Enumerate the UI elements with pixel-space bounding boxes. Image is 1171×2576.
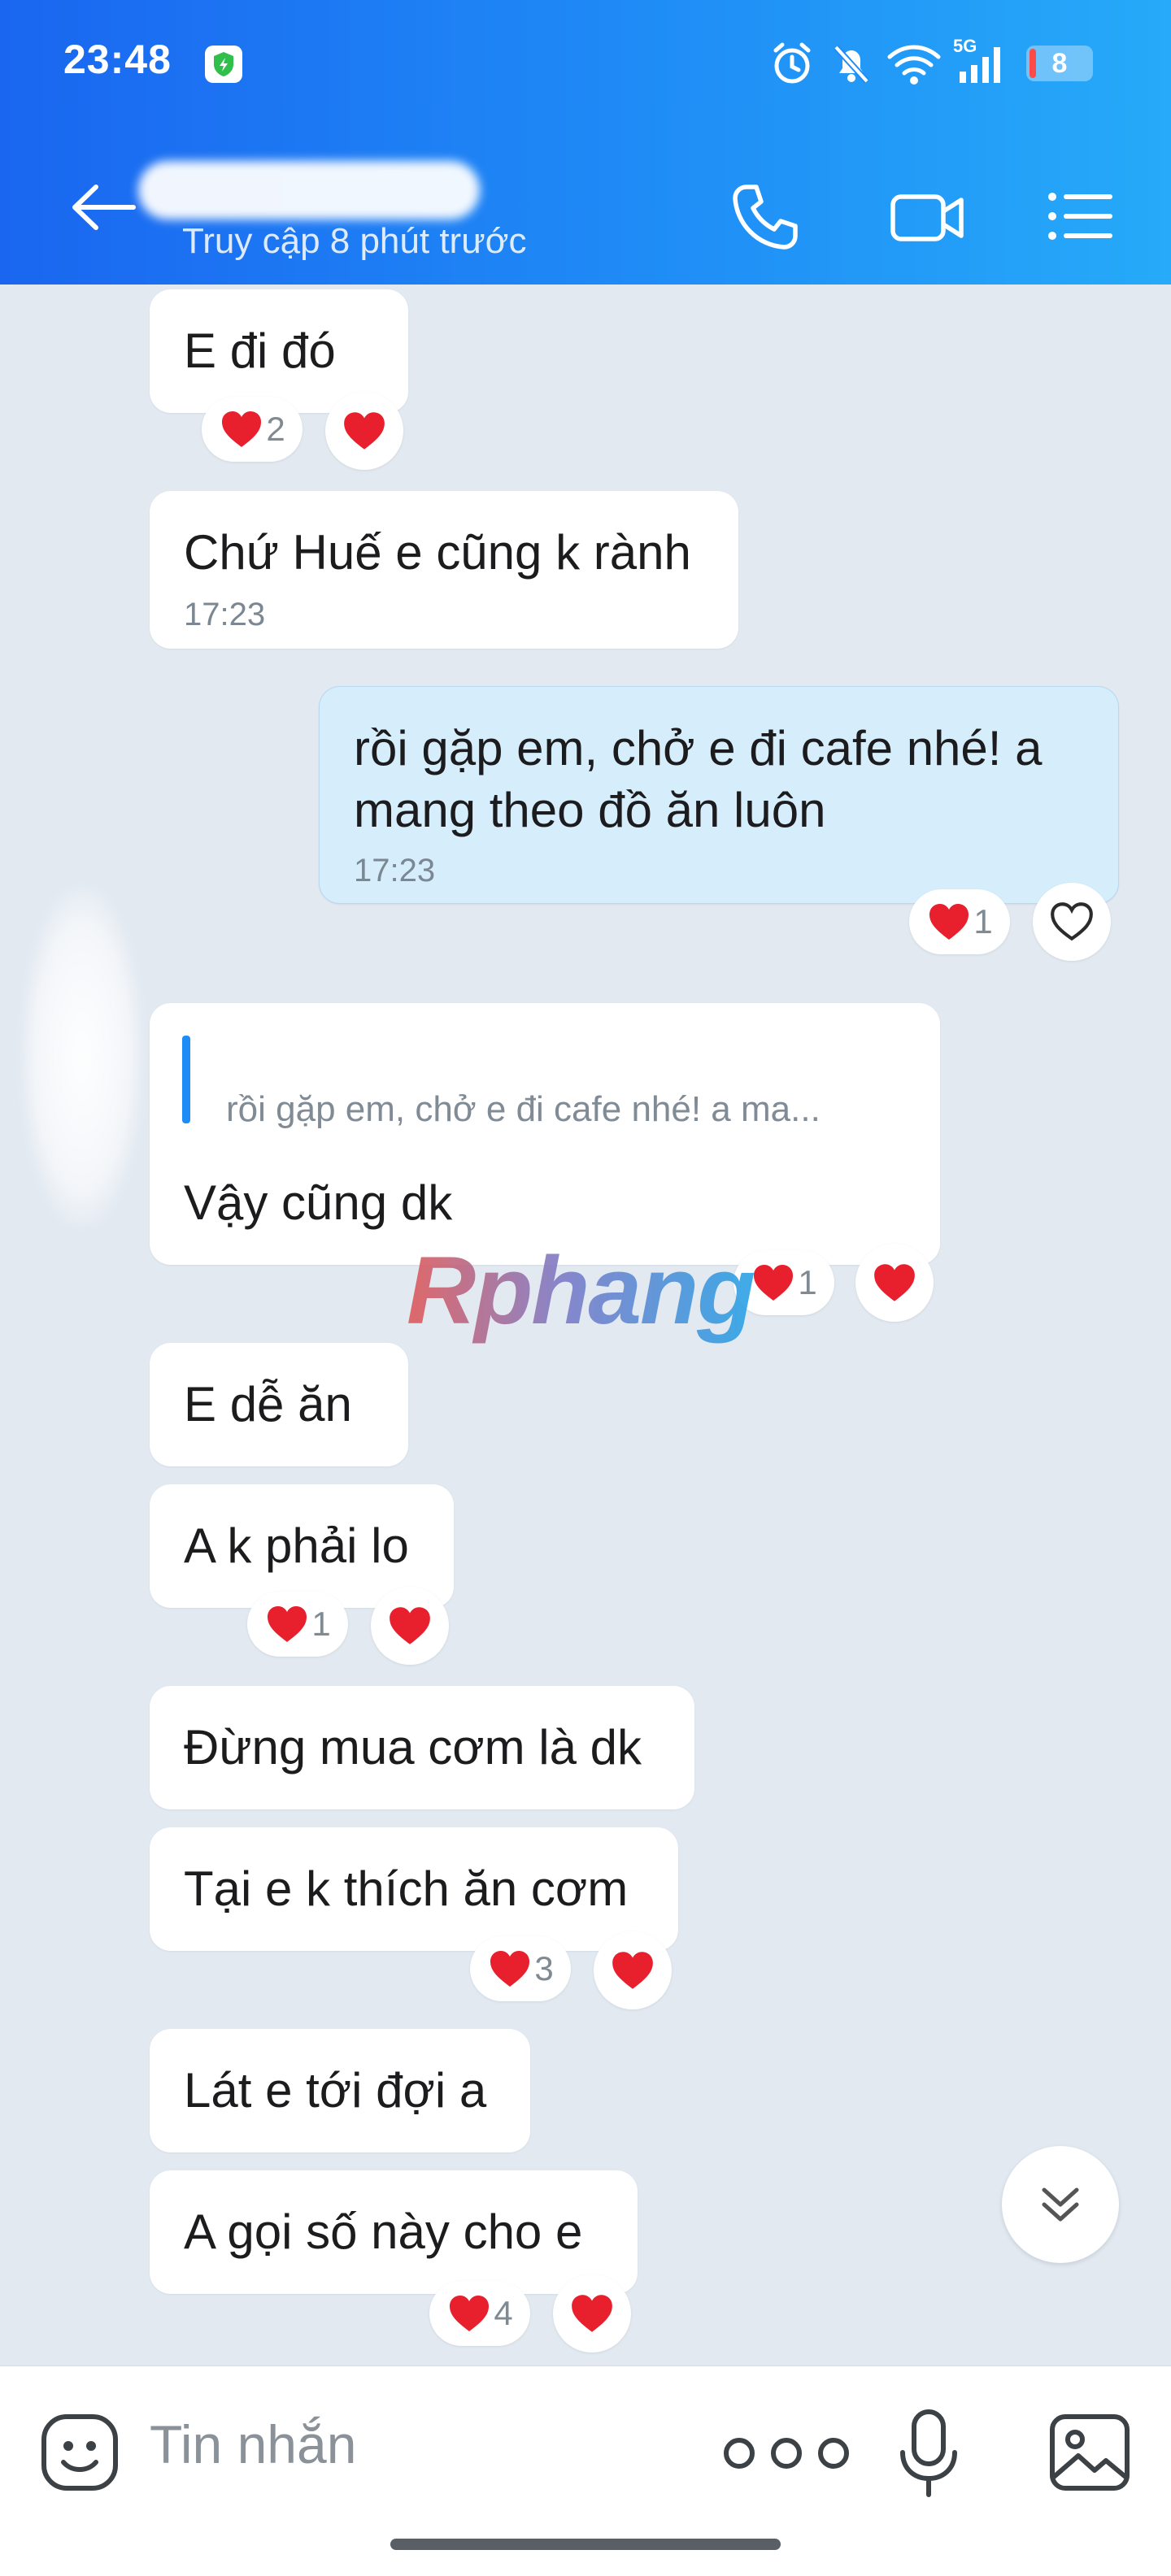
battery-icon: 8 <box>1026 46 1093 81</box>
message-bubble[interactable]: Chứ Huế e cũng k rành 17:23 <box>150 491 738 649</box>
reaction-count-pill[interactable]: 3 <box>470 1936 571 2001</box>
heart-icon <box>572 2295 612 2332</box>
heart-icon <box>344 412 385 450</box>
message-time: 17:23 <box>354 853 436 888</box>
message-text: Chứ Huế e cũng k rành <box>184 525 691 580</box>
reaction-count-pill[interactable]: 1 <box>909 889 1010 954</box>
battery-level: 8 <box>1051 48 1068 79</box>
video-call-icon[interactable] <box>888 180 966 252</box>
quote-bar <box>182 1036 190 1123</box>
image-gallery-icon[interactable] <box>1047 2412 1132 2493</box>
reaction-count-pill[interactable]: 2 <box>202 397 303 462</box>
message-text-line1: rồi gặp em, chở e đi cafe nhé! a <box>354 721 1043 775</box>
shield-icon <box>205 46 242 83</box>
heart-icon <box>754 1265 794 1301</box>
message-bubble[interactable]: A gọi số này cho e <box>150 2170 638 2294</box>
heart-icon <box>490 1951 530 1987</box>
heart-outline-icon <box>1051 902 1093 941</box>
last-seen-status: Truy cập 8 phút trước <box>182 221 527 261</box>
react-heart-outline-button[interactable] <box>1033 883 1111 961</box>
react-heart-button[interactable] <box>553 2274 631 2352</box>
message-bubble[interactable]: Đừng mua cơm là dk <box>150 1686 694 1809</box>
reaction-count: 4 <box>494 2294 513 2332</box>
scroll-to-bottom-button[interactable] <box>1002 2146 1119 2263</box>
message-text-line2: mang theo đồ ăn luôn <box>354 783 826 837</box>
react-heart-button[interactable] <box>594 1931 672 2009</box>
message-text: E đi đó <box>184 324 336 378</box>
react-heart-button[interactable] <box>325 392 403 470</box>
message-bubble[interactable]: Tại e k thích ăn cơm <box>150 1827 678 1951</box>
message-text: Tại e k thích ăn cơm <box>184 1861 629 1916</box>
message-bubble[interactable]: E dễ ăn <box>150 1343 408 1466</box>
mute-bell-icon <box>834 45 869 84</box>
wifi-icon <box>887 45 941 85</box>
sent-message-bubble[interactable]: rồi gặp em, chở e đi cafe nhé! a mang th… <box>319 686 1119 904</box>
reaction-count: 1 <box>798 1263 817 1301</box>
phone-call-icon[interactable] <box>729 180 800 252</box>
message-text: Đừng mua cơm là dk <box>184 1720 642 1775</box>
microphone-icon[interactable] <box>896 2409 961 2500</box>
more-options-icon[interactable] <box>719 2433 854 2474</box>
avatar-redacted <box>21 886 143 1227</box>
message-text: Vậy cũng dk <box>184 1175 453 1230</box>
reply-message-bubble[interactable]: rồi gặp em, chở e đi cafe nhé! a ma... V… <box>150 1003 940 1265</box>
alarm-icon <box>773 42 811 84</box>
reaction-count-pill[interactable]: 4 <box>429 2281 530 2346</box>
message-time: 17:23 <box>184 597 266 632</box>
reaction-count-pill[interactable]: 1 <box>247 1592 348 1657</box>
heart-icon <box>612 1952 653 1989</box>
back-arrow-icon[interactable] <box>68 180 138 234</box>
heart-icon <box>222 411 262 447</box>
sticker-emoji-icon[interactable] <box>39 2412 120 2493</box>
home-indicator[interactable] <box>390 2539 781 2550</box>
message-text: A gọi số này cho e <box>184 2205 583 2259</box>
react-heart-button[interactable] <box>371 1587 449 1665</box>
reaction-count: 1 <box>973 902 993 940</box>
message-input[interactable]: Tin nhắn <box>150 2413 356 2475</box>
message-bubble[interactable]: Lát e tới đợi a <box>150 2029 530 2152</box>
contact-name-redacted[interactable] <box>138 161 480 219</box>
quoted-message-text[interactable]: rồi gặp em, chở e đi cafe nhé! a ma... <box>226 1089 821 1130</box>
reaction-count: 1 <box>311 1605 331 1643</box>
heart-icon <box>268 1606 307 1642</box>
signal-icon <box>960 47 1000 83</box>
chat-header: 23:48 5G 8 Truy cập 8 phút trước <box>0 0 1171 285</box>
heart-icon <box>929 904 969 940</box>
double-chevron-down-icon <box>1042 2187 1079 2222</box>
message-input-bar: Tin nhắn <box>0 2365 1171 2576</box>
message-text: A k phải lo <box>184 1518 409 1573</box>
heart-icon <box>874 1264 915 1301</box>
menu-list-icon[interactable] <box>1046 184 1114 249</box>
message-text: Lát e tới đợi a <box>184 2063 487 2118</box>
status-time: 23:48 <box>63 37 172 82</box>
reaction-count: 3 <box>534 1949 554 1987</box>
heart-icon <box>390 1607 430 1644</box>
reaction-count: 2 <box>266 410 285 448</box>
heart-icon <box>450 2296 490 2331</box>
react-heart-button[interactable] <box>855 1244 934 1322</box>
watermark-logo: Rphang <box>407 1237 755 1344</box>
message-text: E dễ ăn <box>184 1377 352 1431</box>
